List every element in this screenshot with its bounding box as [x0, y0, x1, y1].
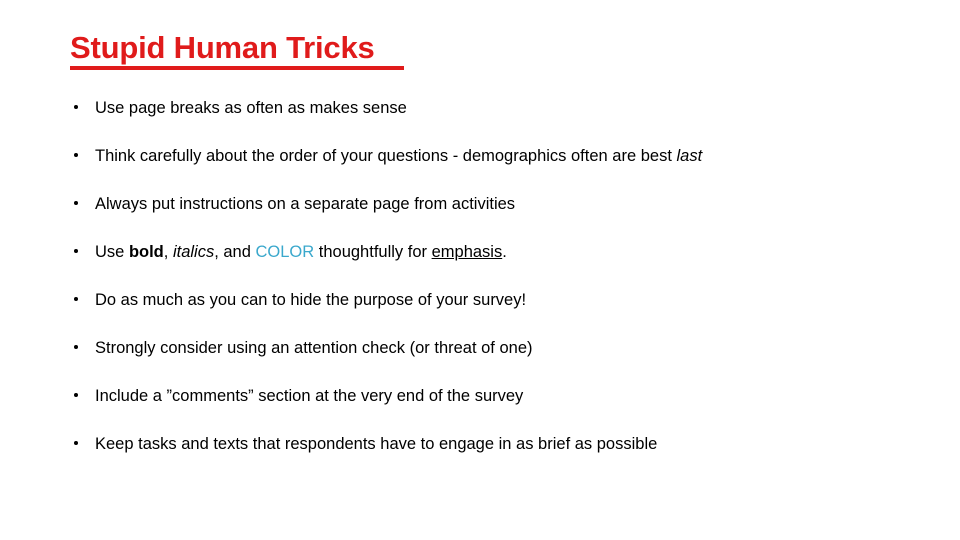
list-item-label: Use page breaks as often as makes sense	[95, 99, 407, 117]
slide-canvas: Stupid Human Tricks Use page breaks as o…	[0, 0, 960, 540]
list-item: Think carefully about the order of your …	[70, 142, 910, 190]
bullet-marker-icon	[74, 393, 78, 397]
list-item-label: Always put instructions on a separate pa…	[95, 195, 516, 213]
title-underline-rule	[70, 66, 404, 70]
list-item-label: Strongly consider using an attention che…	[95, 339, 533, 357]
list-item: Keep tasks and texts that respondents ha…	[70, 430, 910, 478]
underlined-emphasis-word: emphasis	[431, 243, 503, 261]
list-item-label: Do as much as you can to hide the purpos…	[95, 291, 527, 309]
list-item: Do as much as you can to hide the purpos…	[70, 286, 910, 334]
bullet-marker-icon	[74, 441, 78, 445]
list-item-label: Include a ”comments” section at the very…	[95, 387, 524, 405]
list-item: Use bold, italics, and COLOR thoughtfull…	[70, 238, 910, 286]
list-item-italic-emphasis: last	[676, 147, 703, 165]
text-segment-5: .	[502, 243, 507, 261]
list-item-label: Think carefully about the order of your …	[95, 142, 702, 168]
list-item: Always put instructions on a separate pa…	[70, 190, 910, 238]
list-item-text-lead: Think carefully about the order of your …	[95, 147, 677, 165]
italic-emphasis-word: italics	[172, 243, 215, 261]
bold-emphasis-word: bold	[128, 243, 164, 261]
bullet-marker-icon	[74, 297, 78, 301]
list-item-label: Use bold, italics, and COLOR thoughtfull…	[95, 238, 507, 264]
color-emphasis-word: COLOR	[255, 243, 315, 261]
bullet-list: Use page breaks as often as makes sense …	[70, 94, 910, 478]
page-title: Stupid Human Tricks	[70, 30, 375, 65]
bullet-marker-icon	[74, 345, 78, 349]
bullet-marker-icon	[74, 249, 78, 253]
text-segment-4: thoughtfully for	[314, 243, 432, 261]
bullet-marker-icon	[74, 201, 78, 205]
list-item-label: Keep tasks and texts that respondents ha…	[95, 435, 658, 453]
bullet-marker-icon	[74, 105, 78, 109]
text-segment-3: , and	[214, 243, 256, 261]
text-segment-1: Use	[95, 243, 129, 261]
list-item: Include a ”comments” section at the very…	[70, 382, 910, 430]
list-item: Strongly consider using an attention che…	[70, 334, 910, 382]
bullet-marker-icon	[74, 153, 78, 157]
list-item: Use page breaks as often as makes sense	[70, 94, 910, 142]
text-segment-2: ,	[163, 243, 173, 261]
